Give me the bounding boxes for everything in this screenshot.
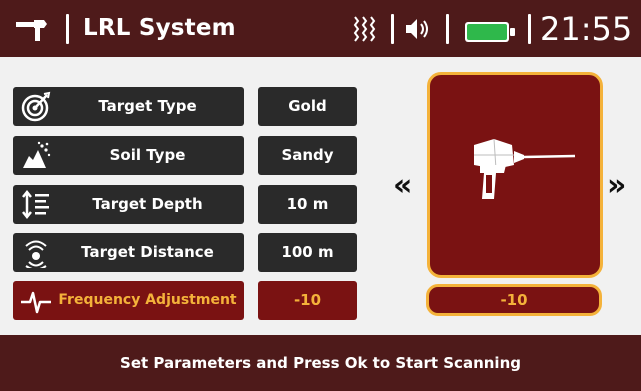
speaker-icon[interactable] bbox=[404, 16, 430, 42]
param-label: Soil Type bbox=[109, 146, 186, 164]
device-value-display: -10 bbox=[426, 284, 602, 316]
detector-logo-icon bbox=[16, 20, 47, 41]
param-label-target-distance[interactable]: Target Distance bbox=[13, 233, 244, 272]
param-value[interactable]: -10 bbox=[258, 281, 357, 320]
param-value[interactable]: 100 m bbox=[258, 233, 357, 272]
depth-icon bbox=[22, 189, 49, 220]
app-title: LRL System bbox=[83, 15, 236, 41]
detector-device-icon bbox=[474, 138, 576, 199]
param-value[interactable]: Sandy bbox=[258, 136, 357, 175]
distance-icon bbox=[25, 240, 47, 268]
status-bar: LRL System 21:55 bbox=[0, 0, 641, 57]
param-label: Target Depth bbox=[92, 195, 203, 213]
divider bbox=[446, 14, 449, 44]
soil-icon bbox=[23, 141, 51, 168]
divider bbox=[528, 14, 531, 44]
clock: 21:55 bbox=[540, 10, 633, 48]
target-icon bbox=[21, 91, 51, 122]
param-label: Frequency Adjustment bbox=[58, 292, 237, 308]
param-label-frequency-adjustment[interactable]: Frequency Adjustment bbox=[13, 281, 244, 320]
footer-instructions: Set Parameters and Press Ok to Start Sca… bbox=[0, 335, 641, 391]
param-label: Target Distance bbox=[81, 243, 214, 261]
chevron-left-icon[interactable]: « bbox=[393, 171, 412, 201]
param-value[interactable]: Gold bbox=[258, 87, 357, 126]
divider bbox=[391, 14, 394, 44]
battery-icon bbox=[465, 22, 515, 42]
param-label-soil-type[interactable]: Soil Type bbox=[13, 136, 244, 175]
signal-icon bbox=[353, 16, 376, 42]
divider bbox=[66, 14, 69, 44]
param-label-target-depth[interactable]: Target Depth bbox=[13, 185, 244, 224]
param-label-target-type[interactable]: Target Type bbox=[13, 87, 244, 126]
param-value[interactable]: 10 m bbox=[258, 185, 357, 224]
frequency-icon bbox=[21, 291, 51, 314]
param-label: Target Type bbox=[98, 97, 197, 115]
device-card[interactable] bbox=[427, 72, 603, 278]
chevron-right-icon[interactable]: » bbox=[607, 171, 626, 201]
